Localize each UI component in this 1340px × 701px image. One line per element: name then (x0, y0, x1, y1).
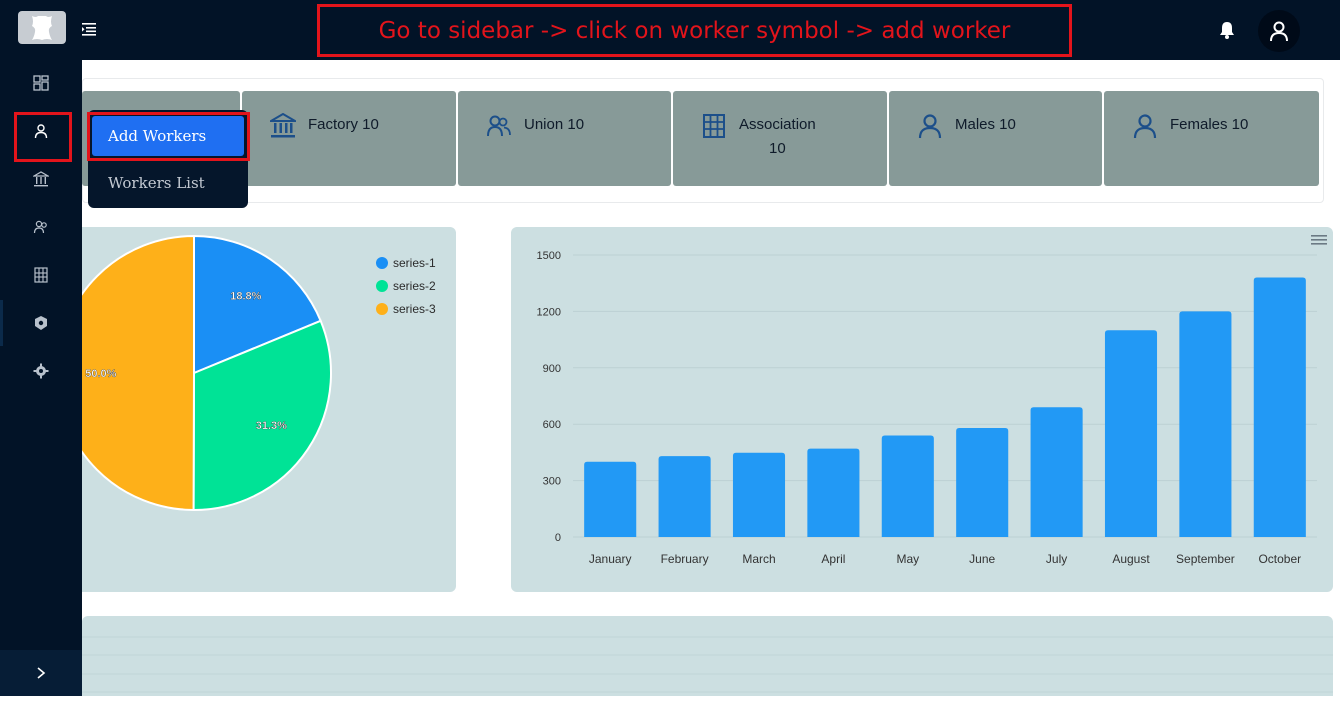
y-tick-label: 900 (543, 363, 561, 375)
bar-chart-card: 0 300 600 900 1200 1500 January February March Ap… (511, 227, 1333, 592)
pie-data-label: 50.0% (85, 368, 116, 380)
menu-toggle-icon[interactable] (80, 20, 98, 38)
person-icon (918, 114, 942, 139)
bar-september[interactable] (1179, 311, 1232, 537)
x-tick-label: April (821, 552, 845, 566)
worker-highlight-box (14, 112, 72, 162)
stat-card-association[interactable]: Association 10 (673, 91, 887, 186)
stat-value: 10 (769, 140, 786, 157)
stat-label: Females 10 (1170, 116, 1249, 133)
y-tick-label: 1200 (537, 306, 561, 318)
x-tick-label: May (896, 552, 919, 566)
legend-item-series-2[interactable]: series-2 (376, 279, 436, 293)
chevron-right-icon (37, 667, 46, 679)
bar-may[interactable] (881, 435, 934, 537)
y-tick-label: 600 (543, 419, 561, 431)
x-tick-label: March (742, 552, 775, 566)
pie-data-label: 18.8% (230, 291, 261, 303)
association-icon[interactable] (28, 262, 54, 288)
pie-chart-card: 18.8% 31.3% 50.0% series-1 series-2 series-3 (82, 227, 456, 592)
bar-april[interactable] (807, 448, 860, 537)
stat-card-factory[interactable]: Factory 10 (242, 91, 456, 186)
x-tick-label: January (589, 552, 632, 566)
x-tick-label: September (1176, 552, 1235, 566)
union-icon[interactable] (28, 214, 54, 240)
chart-menu-icon[interactable] (1310, 233, 1328, 247)
legend-label: series-1 (393, 256, 436, 270)
sidebar-active-edge (0, 300, 3, 346)
stat-card-females[interactable]: Females 10 (1104, 91, 1319, 186)
x-tick-label: July (1046, 552, 1067, 566)
stat-label: Males 10 (955, 116, 1016, 133)
legend-marker (376, 280, 388, 292)
x-tick-label: August (1112, 552, 1150, 566)
leather-hide-logo[interactable] (18, 11, 66, 44)
stat-label: Factory 10 (308, 116, 379, 133)
y-tick-label: 0 (555, 532, 561, 544)
workers-list-menu-item[interactable]: Workers List (108, 174, 205, 192)
stat-card-union[interactable]: Union 10 (458, 91, 671, 186)
bar-chart: 0 300 600 900 1200 1500 January February March Ap… (537, 250, 1317, 566)
instruction-banner: Go to sidebar -> click on worker symbol … (317, 4, 1072, 57)
bottom-grid (82, 636, 1333, 693)
top-bar: Go to sidebar -> click on worker symbol … (0, 0, 1340, 60)
sidebar-expand-button[interactable] (0, 650, 82, 696)
legend-marker (376, 257, 388, 269)
bottom-chart-card (82, 616, 1333, 696)
stat-label: Association (739, 116, 816, 133)
legend-marker (376, 303, 388, 315)
pie-data-label: 31.3% (256, 420, 287, 432)
legend-item-series-3[interactable]: series-3 (376, 302, 436, 316)
factory-icon[interactable] (28, 166, 54, 192)
person-icon (1133, 114, 1157, 139)
x-tick-label: October (1258, 552, 1301, 566)
stat-label: Union 10 (524, 116, 585, 133)
x-tick-label: February (661, 552, 709, 566)
dashboard-icon[interactable] (28, 70, 54, 96)
bell-icon[interactable] (1214, 17, 1240, 43)
gear-icon[interactable] (28, 358, 54, 384)
add-workers-highlight-box (87, 112, 250, 161)
legend-item-series-1[interactable]: series-1 (376, 256, 436, 270)
bar-june[interactable] (956, 427, 1009, 537)
bar-march[interactable] (732, 452, 786, 537)
bank-icon (270, 113, 296, 138)
badge-icon[interactable] (28, 310, 54, 336)
legend-label: series-3 (393, 302, 436, 316)
bar-january[interactable] (584, 461, 637, 537)
bar-july[interactable] (1030, 407, 1083, 537)
banner-text: Go to sidebar -> click on worker symbol … (378, 17, 1011, 44)
workers-list-label: Workers List (108, 174, 205, 192)
logo-icon (32, 15, 52, 40)
y-tick-label: 300 (543, 476, 561, 488)
user-icon (1270, 21, 1288, 42)
user-avatar[interactable] (1258, 10, 1300, 52)
y-tick-label: 1500 (537, 250, 561, 262)
bar-october[interactable] (1253, 277, 1306, 537)
stat-card-males[interactable]: Males 10 (889, 91, 1102, 186)
users-icon (487, 115, 511, 137)
building-icon (703, 114, 725, 138)
x-tick-label: June (969, 552, 995, 566)
legend-label: series-2 (393, 279, 436, 293)
bar-august[interactable] (1104, 330, 1158, 537)
bar-february[interactable] (658, 456, 711, 537)
